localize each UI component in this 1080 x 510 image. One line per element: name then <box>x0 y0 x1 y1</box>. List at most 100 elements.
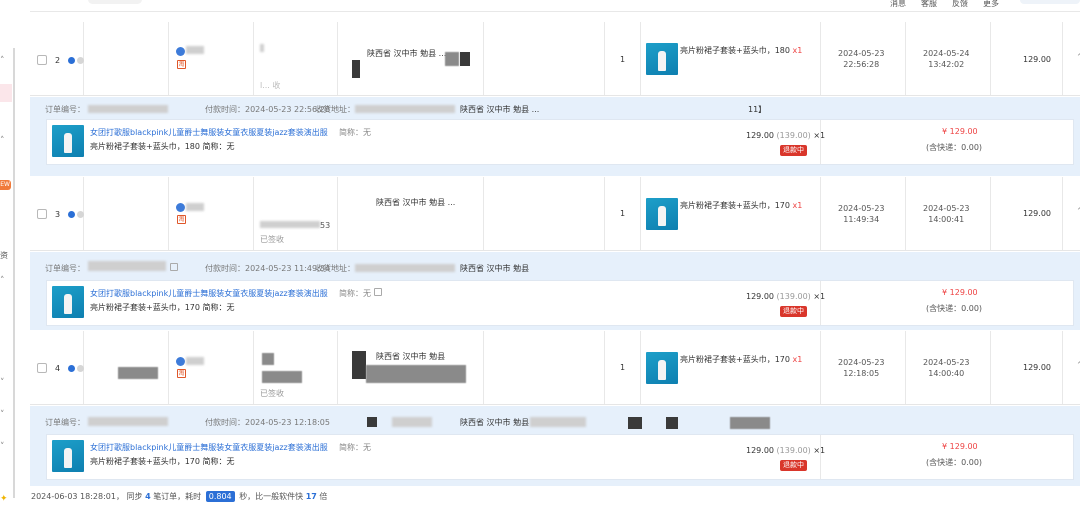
order-price: 129.00 <box>1023 363 1051 372</box>
item-thumbnail[interactable] <box>52 440 84 472</box>
phone-tail: 53 <box>320 221 331 230</box>
new-badge: EW <box>0 180 11 190</box>
sidebar-glyph: 资 <box>0 251 8 260</box>
item-thumbnail[interactable] <box>52 286 84 318</box>
product-name[interactable]: 亮片粉裙子套装+蓝头巾，180 x1 <box>680 45 802 56</box>
order-no-label: 订单编号： <box>45 264 85 273</box>
order-index: 3 <box>55 210 61 219</box>
item-title-link[interactable]: 女团打歌服blackpink儿童爵士舞服装女童衣服夏装jazz套装演出服 <box>90 288 328 299</box>
order-checkbox[interactable] <box>37 363 47 373</box>
pay-time: 付款时间：2024-05-23 22:56:28 <box>205 105 330 114</box>
redacted-block <box>628 417 642 429</box>
order-no-label: 订单编号： <box>45 418 85 427</box>
taobao-icon[interactable]: 淘 <box>177 60 186 69</box>
chevron-up-icon[interactable]: ˄ <box>0 136 5 146</box>
item-abbr: 简称：无 <box>339 289 371 298</box>
item-title-link[interactable]: 女团打歌服blackpink儿童爵士舞服装女童衣服夏装jazz套装演出服 <box>90 127 328 138</box>
top-link-service[interactable]: 客服 <box>921 0 937 9</box>
top-link-messages[interactable]: 消息 <box>890 0 906 9</box>
status-dot-gray <box>77 365 84 372</box>
status-dot-blue <box>68 365 75 372</box>
status-dot-gray <box>77 211 84 218</box>
redacted-block <box>730 417 770 429</box>
expand-icon[interactable]: ⌃ <box>1076 53 1080 63</box>
ship-time: 2024-05-23 14:00:40 <box>923 358 970 378</box>
product-name[interactable]: 亮片粉裙子套装+蓝头巾，170 x1 <box>680 354 802 365</box>
item-total: ¥ 129.00 <box>942 442 978 451</box>
chevron-up-icon[interactable]: ˄ <box>0 56 5 66</box>
order-item-card: 女团打歌服blackpink儿童爵士舞服装女童衣服夏装jazz套装演出服 亮片粉… <box>46 280 1074 326</box>
item-unit-price: 129.00 (139.00) ×1 <box>746 292 825 301</box>
top-right-pill[interactable] <box>1020 0 1080 4</box>
taobao-icon[interactable]: 淘 <box>177 215 186 224</box>
redacted-block <box>352 60 360 78</box>
receiver-address: 陕西省 汉中市 勉县 <box>376 352 446 361</box>
wangwang-icon[interactable] <box>176 357 185 366</box>
redacted-receiver <box>260 44 264 52</box>
address-label: 收货地址： <box>315 264 355 273</box>
star-icon[interactable]: ✦ <box>0 494 8 504</box>
wangwang-icon[interactable] <box>176 203 185 212</box>
order-qty: 1 <box>620 209 626 218</box>
product-thumbnail[interactable] <box>646 43 678 75</box>
product-thumbnail[interactable] <box>646 198 678 230</box>
chevron-down-icon[interactable]: ˅ <box>0 378 5 388</box>
item-sku: 亮片粉裙子套装+蓝头巾，180 简称：无 <box>90 142 235 151</box>
sidebar-highlight <box>0 84 12 102</box>
item-unit-price: 129.00 (139.00) ×1 <box>746 131 825 140</box>
item-total: ¥ 129.00 <box>942 288 978 297</box>
status-dot-blue <box>68 57 75 64</box>
redacted-block <box>352 351 366 379</box>
redacted-block <box>445 52 459 66</box>
redacted-address <box>355 264 455 272</box>
product-name[interactable]: 亮片粉裙子套装+蓝头巾，170 x1 <box>680 200 802 211</box>
item-title-link[interactable]: 女团打歌服blackpink儿童爵士舞服装女童衣服夏装jazz套装演出服 <box>90 442 328 453</box>
order-row[interactable]: 4 淘 已签收 陕西省 汉中市 勉县 1 亮片粉裙子套装+蓝头巾，170 x1 … <box>30 331 1080 405</box>
chevron-up-icon[interactable]: ˄ <box>0 276 5 286</box>
sync-prefix: 同步 <box>126 492 143 501</box>
refund-status-badge[interactable]: 退款中 <box>780 145 807 156</box>
order-price: 129.00 <box>1023 55 1051 64</box>
expand-icon[interactable]: ⌃ <box>1076 207 1080 217</box>
elapsed-unit: 秒，比一般软件快 <box>239 492 304 501</box>
copy-icon[interactable] <box>170 263 178 271</box>
wangwang-icon[interactable] <box>176 47 185 56</box>
band-address-tail: 11】 <box>748 105 767 114</box>
chevron-down-icon[interactable]: ˅ <box>0 442 5 452</box>
ship-time: 2024-05-24 13:42:02 <box>923 49 970 69</box>
taobao-icon[interactable]: 淘 <box>177 369 186 378</box>
redacted-order-no <box>88 261 166 271</box>
order-no-label: 订单编号： <box>45 105 85 114</box>
order-checkbox[interactable] <box>37 55 47 65</box>
receiver-tag: l... 收 <box>260 81 281 90</box>
order-row[interactable]: 2 淘 l... 收 陕西省 汉中市 勉县 ... 1 亮片粉裙子套装+蓝头巾，… <box>30 22 1080 96</box>
top-search-pill[interactable] <box>88 0 142 4</box>
band-address: 陕西省 汉中市 勉县 <box>460 264 530 273</box>
item-sku: 亮片粉裙子套装+蓝头巾，170 简称：无 <box>90 303 235 312</box>
item-thumbnail[interactable] <box>52 125 84 157</box>
order-row[interactable]: 3 淘 53 已签收 陕西省 汉中市 勉县 ... 1 亮片粉裙子套装+蓝头巾，… <box>30 177 1080 251</box>
edit-icon[interactable] <box>374 288 382 296</box>
redacted-address <box>355 105 455 113</box>
order-qty: 1 <box>620 55 626 64</box>
chevron-down-icon[interactable]: ˅ <box>0 410 5 420</box>
order-checkbox[interactable] <box>37 209 47 219</box>
order-qty: 1 <box>620 363 626 372</box>
sync-status-bar: 2024-06-03 18:28:01， 同步 4 笔订单，耗时 0.804 秒… <box>31 491 327 502</box>
sidebar-scrollbar[interactable] <box>13 48 15 498</box>
item-sku: 亮片粉裙子套装+蓝头巾，170 简称：无 <box>90 457 235 466</box>
status-dot-blue <box>68 211 75 218</box>
top-link-feedback[interactable]: 反馈 <box>952 0 968 9</box>
status-dot-gray <box>77 57 84 64</box>
signed-status: 已签收 <box>260 389 284 398</box>
redacted-phone <box>260 221 320 228</box>
expand-icon[interactable]: ⌃ <box>1076 361 1080 371</box>
pay-time: 付款时间：2024-05-23 11:49:34 <box>205 264 330 273</box>
redacted-order-no <box>88 105 168 113</box>
refund-status-badge[interactable]: 退款中 <box>780 306 807 317</box>
sync-mid: 笔订单，耗时 <box>153 492 202 501</box>
redacted-buyer <box>186 357 204 365</box>
product-thumbnail[interactable] <box>646 352 678 384</box>
refund-status-badge[interactable]: 退款中 <box>780 460 807 471</box>
top-link-more[interactable]: 更多 <box>983 0 999 9</box>
